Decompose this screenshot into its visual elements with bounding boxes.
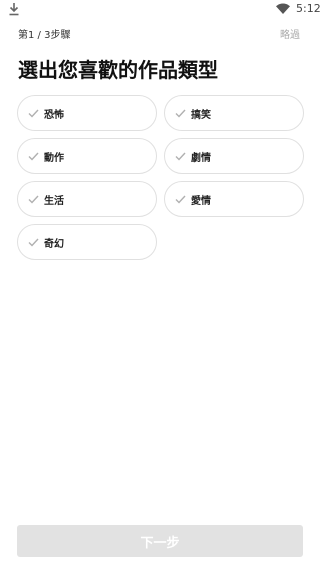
page-title: 選出您喜歡的作品類型 [18, 58, 218, 82]
step-indicator: 第1 / 3步驟 [18, 30, 71, 41]
genre-label: 生活 [44, 195, 64, 207]
genre-label: 搞笑 [191, 109, 211, 121]
genre-label: 奇幻 [44, 238, 64, 250]
check-icon [175, 109, 186, 118]
status-bar: 5:12 [0, 0, 320, 18]
check-icon [28, 109, 39, 118]
genre-chip-action[interactable]: 動作 [17, 138, 157, 174]
genre-list: 恐怖 搞笑 動作 劇情 生活 愛情 奇幻 [17, 95, 304, 260]
check-icon [28, 238, 39, 247]
check-icon [28, 152, 39, 161]
genre-chip-fantasy[interactable]: 奇幻 [17, 224, 157, 260]
check-icon [28, 195, 39, 204]
genre-label: 愛情 [191, 195, 211, 207]
check-icon [175, 152, 186, 161]
skip-button[interactable]: 略過 [280, 29, 300, 43]
genre-label: 劇情 [191, 152, 211, 164]
genre-chip-romance[interactable]: 愛情 [164, 181, 304, 217]
genre-label: 恐怖 [44, 109, 64, 121]
genre-chip-horror[interactable]: 恐怖 [17, 95, 157, 131]
genre-chip-life[interactable]: 生活 [17, 181, 157, 217]
check-icon [175, 195, 186, 204]
wifi-icon [276, 3, 290, 14]
genre-chip-drama[interactable]: 劇情 [164, 138, 304, 174]
genre-label: 動作 [44, 152, 64, 164]
genre-chip-comedy[interactable]: 搞笑 [164, 95, 304, 131]
status-time: 5:12 [296, 2, 320, 15]
next-button[interactable]: 下一步 [17, 525, 303, 557]
download-icon [9, 3, 19, 16]
